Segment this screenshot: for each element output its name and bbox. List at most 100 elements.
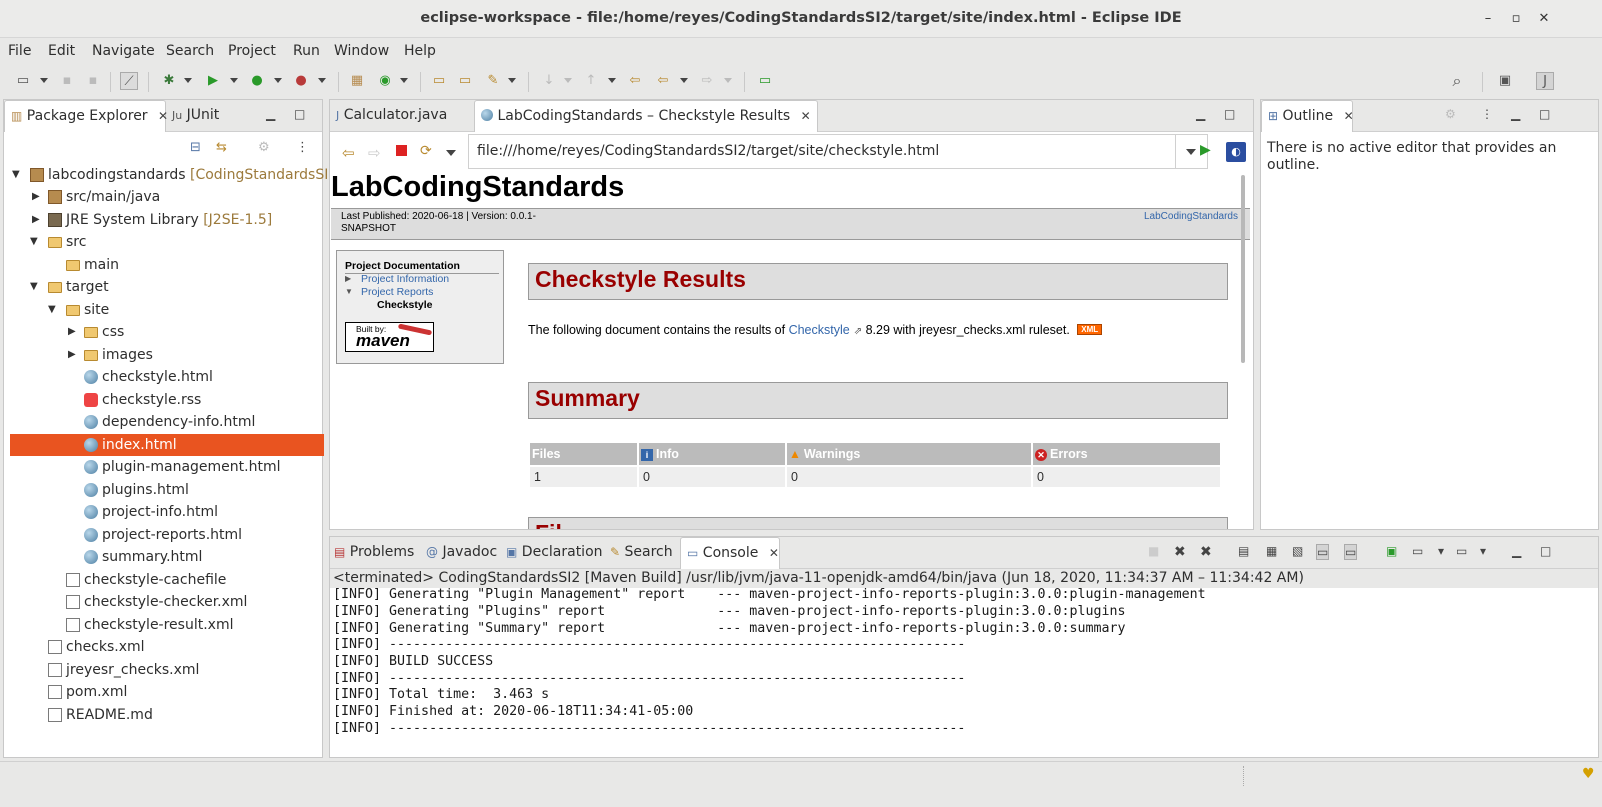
save-all-icon[interactable]: ▪: [84, 72, 102, 90]
tree-item-checkstyle-checker-xml[interactable]: checkstyle-checker.xml: [10, 591, 324, 613]
forward-icon[interactable]: ⇨: [698, 72, 716, 90]
browser-history-dropdown-icon[interactable]: [446, 150, 456, 156]
xml-rss-badge[interactable]: XML: [1077, 324, 1103, 335]
go-icon[interactable]: ▶: [1200, 142, 1211, 158]
run-icon[interactable]: ▶: [204, 72, 222, 90]
new-java-package-icon[interactable]: ▦: [348, 72, 366, 90]
minimize-icon[interactable]: ▁: [1512, 544, 1521, 558]
tab-junit[interactable]: Ju JUnit: [172, 100, 219, 132]
tab-package-explorer[interactable]: ▥ Package Explorer ✕: [4, 100, 168, 132]
menu-edit[interactable]: Edit: [48, 43, 75, 59]
tree-item-checks-xml[interactable]: checks.xml: [10, 636, 324, 658]
browser-forward-icon[interactable]: ⇨: [368, 144, 381, 162]
open-console-icon[interactable]: ▭: [1456, 544, 1467, 558]
menu-run[interactable]: Run: [293, 43, 320, 59]
pin-console-icon[interactable]: ▣: [1386, 544, 1397, 558]
tip-of-the-day-icon[interactable]: ♥: [1582, 766, 1595, 782]
tree-item-labcodingstandards[interactable]: ▼ labcodingstandards [CodingStandardsSI2…: [10, 164, 351, 186]
debug-dropdown-icon[interactable]: [184, 78, 192, 83]
search-tool-icon[interactable]: ✎: [484, 72, 502, 90]
open-external-browser-icon[interactable]: ◐: [1226, 142, 1246, 162]
tree-item-pom-xml[interactable]: pom.xml: [10, 681, 324, 703]
browser-refresh-icon[interactable]: ⟳: [420, 143, 432, 159]
close-icon[interactable]: ✕: [801, 109, 811, 123]
clear-console-icon[interactable]: ▤: [1238, 544, 1249, 558]
coverage-dropdown-icon[interactable]: [274, 78, 282, 83]
new-java-class-icon[interactable]: ◉: [376, 72, 394, 90]
tree-item-checkstyle-cachefile[interactable]: checkstyle-cachefile: [10, 569, 324, 591]
tab-outline[interactable]: ⊞ Outline ✕: [1261, 100, 1354, 132]
tree-item-project-info-html[interactable]: project-info.html: [10, 501, 324, 523]
menu-navigate[interactable]: Navigate: [92, 43, 155, 59]
coverage-icon[interactable]: ●: [248, 72, 266, 90]
nav-project-information[interactable]: Project Information: [361, 273, 449, 285]
terminate-icon[interactable]: ■: [1148, 544, 1159, 558]
open-perspective-icon[interactable]: ▣: [1496, 72, 1514, 90]
minimize-window-button[interactable]: –: [1478, 9, 1498, 29]
open-console-dropdown-icon[interactable]: ▾: [1480, 544, 1486, 558]
menu-help[interactable]: Help: [404, 43, 436, 59]
run-dropdown-icon[interactable]: [230, 78, 238, 83]
show-console-stdout-icon[interactable]: ▭: [1316, 544, 1330, 560]
minimize-icon[interactable]: ▁: [1511, 107, 1520, 121]
tree-item-css[interactable]: ▶ css: [10, 321, 324, 343]
prev-annotation-icon[interactable]: ↑: [582, 72, 600, 90]
tree-item-site[interactable]: ▼ site: [10, 299, 324, 321]
display-console-icon[interactable]: ▭: [1412, 544, 1423, 558]
tree-item-dependency-info-html[interactable]: dependency-info.html: [10, 411, 324, 433]
new-icon[interactable]: ▭: [14, 72, 32, 90]
tree-item-jreyesr-checks-xml[interactable]: jreyesr_checks.xml: [10, 659, 324, 681]
browser-stop-icon[interactable]: [396, 145, 407, 156]
menu-file[interactable]: File: [8, 43, 31, 59]
next-annotation-dropdown-icon[interactable]: [564, 78, 572, 83]
external-tools-icon[interactable]: ●: [292, 72, 310, 90]
view-menu-icon[interactable]: ⋮: [1481, 107, 1493, 121]
save-icon[interactable]: ▪: [58, 72, 76, 90]
filter-icon[interactable]: ⚙: [258, 140, 270, 155]
tree-item-plugins-html[interactable]: plugins.html: [10, 479, 324, 501]
scroll-lock-icon[interactable]: ▦: [1266, 544, 1277, 558]
search-dropdown-icon[interactable]: [508, 78, 516, 83]
close-icon[interactable]: ✕: [158, 109, 168, 123]
menu-window[interactable]: Window: [334, 43, 389, 59]
display-console-dropdown-icon[interactable]: ▾: [1438, 544, 1444, 558]
minimize-icon[interactable]: ▁: [266, 107, 275, 121]
tree-item-summary-html[interactable]: summary.html: [10, 546, 324, 568]
tree-item-src-main-java[interactable]: ▶ src/main/java: [10, 186, 324, 208]
new-class-dropdown-icon[interactable]: [400, 78, 408, 83]
tree-item-src[interactable]: ▼ src: [10, 231, 324, 253]
remove-all-terminated-icon[interactable]: ✖: [1200, 544, 1212, 560]
tree-item-readme-md[interactable]: README.md: [10, 704, 324, 726]
browser-scrollbar[interactable]: [1241, 175, 1245, 363]
outline-filter-icon[interactable]: ⚙: [1445, 107, 1456, 121]
nav-project-reports[interactable]: Project Reports: [361, 286, 433, 298]
collapse-all-icon[interactable]: ⊟: [190, 140, 201, 155]
tab-javadoc[interactable]: @ Javadoc: [426, 537, 497, 569]
built-by-maven-logo[interactable]: Built by: maven: [345, 322, 434, 352]
tree-item-main[interactable]: main: [10, 254, 324, 276]
show-console-stderr-icon[interactable]: ▭: [1344, 544, 1358, 560]
tree-item-plugin-management-html[interactable]: plugin-management.html: [10, 456, 324, 478]
open-type-icon[interactable]: ▭: [430, 72, 448, 90]
debug-icon[interactable]: ✱: [160, 72, 178, 90]
view-menu-icon[interactable]: ⋮: [296, 140, 309, 155]
close-icon[interactable]: ✕: [1344, 109, 1354, 123]
remove-launch-icon[interactable]: ✖: [1174, 544, 1186, 560]
banner-link[interactable]: LabCodingStandards: [1144, 211, 1238, 222]
tab-console[interactable]: ▭ Console ✕: [680, 537, 780, 569]
pin-editor-icon[interactable]: ▭: [756, 72, 774, 90]
tree-item-jre-system-library[interactable]: ▶ JRE System Library [J2SE-1.5]: [10, 209, 324, 231]
url-field[interactable]: file:///home/reyes/CodingStandardsSI2/ta…: [468, 134, 1176, 169]
skip-breakpoints-icon[interactable]: ⟋: [120, 72, 138, 90]
external-tools-dropdown-icon[interactable]: [318, 78, 326, 83]
search-icon[interactable]: ⌕: [1448, 72, 1466, 90]
tab-declaration[interactable]: ▣ Declaration: [506, 537, 603, 569]
tab-problems[interactable]: ▤ Problems: [334, 537, 414, 569]
maximize-icon[interactable]: □: [1540, 544, 1551, 558]
tree-item-index-html[interactable]: index.html: [10, 434, 324, 456]
java-perspective-icon[interactable]: J: [1536, 72, 1554, 90]
close-window-button[interactable]: ✕: [1534, 9, 1554, 29]
tree-item-images[interactable]: ▶ images: [10, 344, 324, 366]
checkstyle-link[interactable]: Checkstyle: [789, 323, 850, 337]
tree-item-target[interactable]: ▼ target: [10, 276, 324, 298]
